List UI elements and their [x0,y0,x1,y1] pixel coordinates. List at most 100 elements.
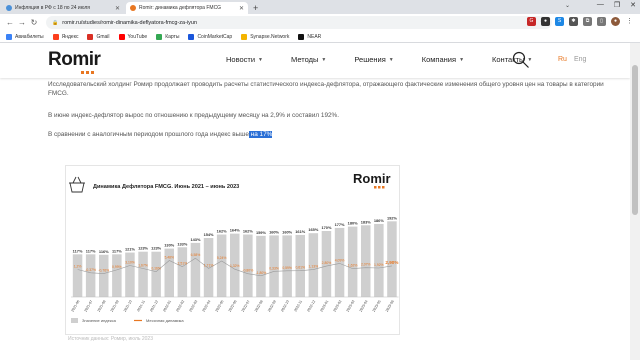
legend-swatch-index [71,318,78,323]
address-bar-row: ← → ↻ 🔒 romir.ru/studies/romir-dinamika-… [0,14,640,31]
article-paragraph: В июне индекс-дефлятор вырос по отношени… [48,112,340,119]
extension-icon[interactable]: S [555,17,564,26]
monthly-dynamics-label: 2,90% [385,260,398,265]
x-tick-label: 2022-05 [215,299,225,312]
x-tick-label: 2021-07 [84,299,94,312]
maps-icon [156,33,163,40]
bar-value-label: 165% [308,227,318,232]
bar-value-label: 117% [73,248,83,253]
bookmark-near[interactable]: NEAR [298,33,321,40]
bar-index [216,234,227,297]
language-switcher: Ru Eng [558,56,586,63]
new-tab-button[interactable]: + [253,2,258,14]
bookmark-coinmarketcap[interactable]: CoinMarketCap [188,33,233,40]
tab-title: Romir: динамика дефлятора FMCG [139,5,222,11]
search-icon[interactable] [512,51,530,69]
nav-label: Методы [291,55,319,64]
tab-favicon-icon [130,5,136,11]
back-icon[interactable]: ← [4,18,16,27]
url-text: romir.ru/studies/romir-dinamika-deflyato… [62,19,198,26]
forward-icon[interactable]: → [16,18,28,27]
bar-value-label: 177% [335,222,345,227]
bar-index [334,227,345,297]
bookmark-label: YouTube [127,33,148,40]
bar-value-label: 133% [177,241,187,246]
monthly-dynamics-label: 1,71% [204,263,214,267]
lock-icon: 🔒 [52,19,59,26]
minimize-icon[interactable]: — [597,1,604,9]
gmail-icon [87,33,94,40]
monthly-dynamics-label: 3,10% [125,260,135,264]
bar-value-label: 186% [374,218,384,223]
bookmark-gmail[interactable]: Gmail [87,33,110,40]
bookmark-maps[interactable]: Карты [156,33,180,40]
extension-icon[interactable]: G [527,17,536,26]
bar-index [243,234,253,297]
x-tick-label: 2021-12 [149,299,159,312]
bookmark-label: Карты [165,33,180,40]
bookmark-synapse[interactable]: Synapse.Network [241,33,289,40]
bar-index [72,254,83,297]
bar-index [85,254,96,297]
nav-label: Компания [421,55,457,64]
x-tick-label: 2022-11 [293,299,303,312]
monthly-dynamics-label: -0,80% [242,269,253,273]
bookmarks-bar: Авиабилеты Яндекс Gmail YouTube Карты Co… [0,31,640,43]
browser-tab-romir[interactable]: Romir: динамика дефлятора FMCG ✕ [126,2,248,14]
bookmark-youtube[interactable]: YouTube [118,33,148,40]
scrollbar-thumb[interactable] [632,65,638,215]
bar-value-label: 123% [151,246,161,251]
site-header: Romir Новости ▼ Методы ▼ Решения ▼ Компания… [0,43,630,78]
nav-item-methods[interactable]: Методы ▼ [291,55,326,64]
monthly-dynamics-label: 1,92% [374,263,384,267]
maximize-icon[interactable]: ❐ [614,1,620,9]
synapse-icon [241,33,248,40]
browser-tab-inflation[interactable]: Инфляция в РФ с 18 по 24 июля ✕ [2,2,124,14]
profile-avatar[interactable]: ● [611,17,620,26]
nav-label: Новости [226,55,256,64]
near-icon [298,33,305,40]
tab-search-icon[interactable]: ⌄ [565,2,570,9]
tab-close-icon[interactable]: ✕ [239,5,244,12]
bar-value-label: 170% [321,225,331,230]
x-tick-label: 2022-08 [254,299,264,312]
monthly-dynamics-label: -1,80% [256,271,267,275]
tab-close-icon[interactable]: ✕ [115,5,120,12]
nav-item-company[interactable]: Компания ▼ [422,55,464,64]
bar-value-label: 164% [230,228,240,233]
close-window-icon[interactable]: ✕ [630,1,636,9]
romir-logo[interactable]: Romir [48,49,101,74]
monthly-dynamics-label: 4,09% [335,258,345,262]
bookmark-label: CoinMarketCap [197,33,233,40]
bookmark-aviabilety[interactable]: Авиабилеты [6,33,44,40]
chevron-down-icon: ▼ [388,56,394,63]
article-paragraph: Исследовательский холдинг Ромир продолжа… [48,81,604,97]
bookmark-label: Яндекс [61,33,79,40]
selected-text: на 17% [248,131,273,138]
youtube-icon [118,33,125,40]
bar-value-label: 160% [269,229,279,234]
page-scrollbar[interactable] [630,43,640,360]
extension-icon[interactable]: ✱ [569,17,578,26]
extension-icon[interactable]: ● [541,17,550,26]
reload-icon[interactable]: ↻ [28,18,40,27]
url-field[interactable]: 🔒 romir.ru/studies/romir-dinamika-deflya… [46,16,552,29]
menu-icon[interactable]: ⋮ [625,17,634,26]
bar-index [138,251,148,297]
bookmark-label: Авиабилеты [15,33,44,40]
paragraph-text: В сравнении с аналогичным периодом прошл… [48,131,249,138]
bar-index [374,223,384,297]
puzzle-icon[interactable]: ⧉ [583,17,592,26]
sidebar-icon[interactable]: ▯ [597,17,606,26]
lang-ru-link[interactable]: Ru [558,56,567,63]
deflator-chart: Динамика Дефлятора FMCG. Июнь 2021 – июн… [65,165,400,335]
lang-en-link[interactable]: Eng [574,56,586,63]
nav-item-news[interactable]: Новости ▼ [226,55,263,64]
nav-item-solutions[interactable]: Решения ▼ [354,55,393,64]
window-controls: — ❐ ✕ [597,1,636,9]
bar-index [125,252,135,297]
x-tick-label: 2023-06 [385,299,395,312]
bookmark-yandex[interactable]: Яндекс [52,33,79,40]
chevron-down-icon: ▼ [258,56,263,63]
x-tick-label: 2022-03 [188,299,198,312]
